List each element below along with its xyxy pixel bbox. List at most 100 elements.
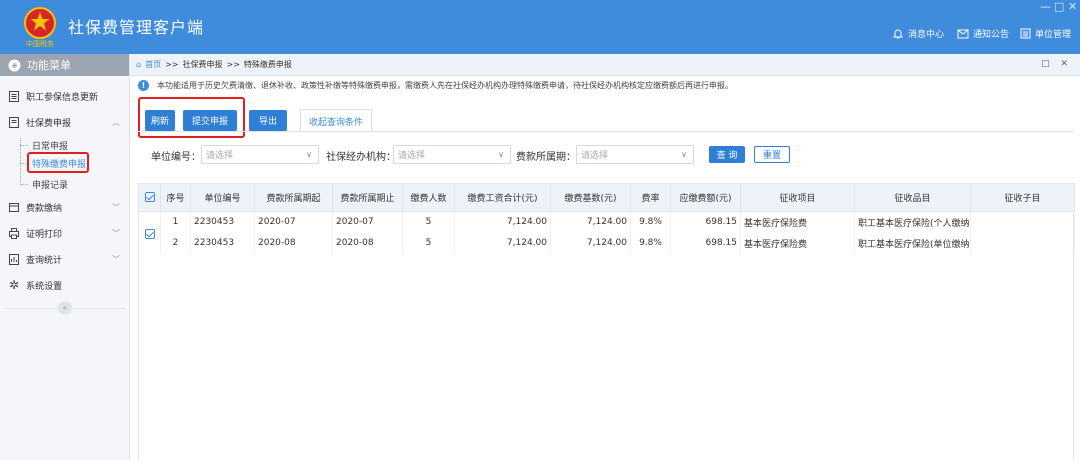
people-cell: 5	[402, 211, 455, 233]
tab-collapse-filters[interactable]: 收起查询条件	[300, 109, 372, 132]
period-select[interactable]: 请选择 ∨	[576, 145, 694, 164]
due-cell: 698.15	[670, 211, 741, 233]
unit-management-label: 单位管理	[1035, 30, 1072, 40]
breadcrumb-current: 特殊缴费申报	[243, 60, 292, 69]
collapse-sidebar-button[interactable]: «	[58, 301, 72, 315]
svg-text:中国税务: 中国税务	[26, 39, 54, 48]
column-header[interactable]: 征收项目	[740, 183, 855, 212]
chevron-down-icon: ∨	[498, 150, 504, 159]
sidebar-item-statistics[interactable]: 查询统计 ﹀	[0, 246, 130, 272]
notice-label: 通知公告	[973, 30, 1010, 40]
agency-placeholder: 请选择	[398, 151, 426, 161]
column-header[interactable]: 费款所属期起	[254, 183, 333, 212]
query-button[interactable]: 查 询	[709, 146, 745, 163]
period-to-cell: 2020-07	[332, 211, 403, 233]
highlight-box	[27, 152, 89, 173]
sidebar-item-label: 职工参保信息更新	[26, 92, 99, 103]
column-header[interactable]: 缴费基数(元)	[550, 183, 631, 212]
unit-no-cell: 2230453	[190, 232, 255, 254]
wage-cell: 7,124.00	[454, 232, 551, 254]
printer-icon	[9, 227, 19, 239]
menu-icon	[8, 59, 21, 71]
table-row[interactable]: 1 2230453 2020-07 2020-07 5 7,124.00 7,1…	[138, 211, 1075, 233]
building-icon	[1020, 28, 1031, 39]
breadcrumb-separator: >>	[165, 60, 179, 69]
base-cell: 7,124.00	[550, 232, 631, 254]
period-from-cell: 2020-07	[254, 211, 333, 233]
sidebar-item-label: 社保费申报	[26, 118, 72, 129]
reset-button[interactable]: 重置	[754, 146, 790, 163]
sidebar-item-fee-declaration[interactable]: 社保费申报 ︿	[0, 109, 130, 135]
row-group-checkbox[interactable]	[145, 229, 155, 239]
category-cell: 职工基本医疗保险(个人缴纳)	[854, 211, 971, 233]
sidebar-item-staff-info[interactable]: 职工参保信息更新	[0, 83, 130, 109]
table-header-row: 序号 单位编号 费款所属期起 费款所属期止 缴费人数 缴费工资合计(元) 缴费基…	[138, 183, 1075, 212]
tax-emblem-logo: 中国税务	[24, 7, 56, 48]
table-row[interactable]: 2 2230453 2020-08 2020-08 5 7,124.00 7,1…	[138, 232, 1075, 254]
info-icon: !	[138, 80, 149, 91]
column-header[interactable]: 征收子目	[970, 183, 1075, 212]
close-window-button[interactable]: ✕	[1068, 0, 1077, 13]
base-cell: 7,124.00	[550, 211, 631, 233]
sidebar-item-label: 证明打印	[26, 229, 63, 240]
message-center-link[interactable]: 消息中心	[892, 27, 944, 40]
declaration-table: 序号 单位编号 费款所属期起 费款所属期止 缴费人数 缴费工资合计(元) 缴费基…	[138, 183, 1075, 254]
row-number: 2	[160, 232, 191, 254]
minimize-button[interactable]: —	[1040, 0, 1051, 13]
chevron-down-icon: ﹀	[112, 202, 120, 212]
item-cell: 基本医疗保险费	[740, 211, 855, 233]
bell-icon	[892, 29, 904, 39]
chart-icon	[9, 253, 19, 265]
period-label: 费款所属期：	[516, 152, 576, 163]
notice-text: 本功能适用于历史欠费清缴、退休补收、政策性补缴等特殊缴费申报，需缴费人先在社保经…	[157, 81, 733, 90]
column-header[interactable]: 费款所属期止	[332, 183, 403, 212]
chevron-up-icon: ︿	[112, 117, 120, 127]
sidebar-item-label: 查询统计	[26, 255, 63, 266]
sidebar-item-settings[interactable]: ✲ 系统设置	[0, 272, 130, 298]
rate-cell: 9.8%	[630, 232, 671, 254]
sidebar-subitem-records[interactable]: 申报记录	[0, 175, 130, 193]
breadcrumb-home[interactable]: 首页	[145, 59, 161, 70]
app-header: 中国税务 社保费管理客户端 — □ ✕ 消息中心 通知公告 单位管理	[0, 0, 1080, 54]
period-to-cell: 2020-08	[332, 232, 403, 254]
column-header[interactable]: 单位编号	[190, 183, 255, 212]
export-button[interactable]: 导出	[249, 110, 287, 131]
document-icon	[9, 90, 19, 102]
maximize-button[interactable]: □	[1054, 0, 1064, 13]
home-icon: ⌂	[136, 60, 142, 69]
document-icon	[9, 116, 19, 128]
select-all-cell[interactable]	[138, 183, 161, 212]
notice-link[interactable]: 通知公告	[957, 27, 1009, 40]
unit-no-select[interactable]: 请选择 ∨	[201, 145, 319, 164]
people-cell: 5	[402, 232, 455, 254]
column-header[interactable]: 征收品目	[854, 183, 971, 212]
sidebar-item-payment[interactable]: 费款缴纳 ﹀	[0, 194, 130, 220]
due-cell: 698.15	[670, 232, 741, 254]
chevron-down-icon: ∨	[681, 150, 687, 159]
period-from-cell: 2020-08	[254, 232, 333, 254]
column-header[interactable]: 缴费人数	[402, 183, 455, 212]
select-all-checkbox[interactable]	[144, 192, 155, 203]
category-cell: 职工基本医疗保险(单位缴纳)	[854, 232, 971, 254]
item-cell: 基本医疗保险费	[740, 232, 855, 254]
unit-no-placeholder: 请选择	[206, 151, 234, 161]
column-header[interactable]: 应缴费额(元)	[670, 183, 741, 212]
unit-management-link[interactable]: 单位管理	[1020, 27, 1071, 40]
sidebar-item-certificate[interactable]: 证明打印 ﹀	[0, 220, 130, 246]
tab-controls[interactable]: □ ✕	[1041, 59, 1072, 69]
column-header[interactable]: 缴费工资合计(元)	[454, 183, 551, 212]
chevron-down-icon: ∨	[306, 150, 312, 159]
agency-select[interactable]: 请选择 ∨	[393, 145, 511, 164]
sidebar-title: 功能菜单	[27, 59, 71, 72]
breadcrumb: ⌂ 首页 >> 社保费申报 >> 特殊缴费申报 □ ✕	[130, 54, 1080, 76]
breadcrumb-item[interactable]: 社保费申报	[182, 59, 222, 70]
info-notice: ! 本功能适用于历史欠费清缴、退休补收、政策性补缴等特殊缴费申报，需缴费人先在社…	[138, 80, 733, 91]
column-header[interactable]: 序号	[160, 183, 191, 212]
breadcrumb-separator: >>	[226, 60, 240, 69]
sidebar-header: 功能菜单	[0, 54, 129, 76]
sidebar-item-label: 费款缴纳	[26, 203, 63, 214]
unit-no-label: 单位编号：	[151, 152, 201, 163]
sub-item-cell	[970, 232, 1075, 254]
column-header[interactable]: 费率	[630, 183, 671, 212]
chevron-down-icon: ﹀	[112, 254, 120, 264]
